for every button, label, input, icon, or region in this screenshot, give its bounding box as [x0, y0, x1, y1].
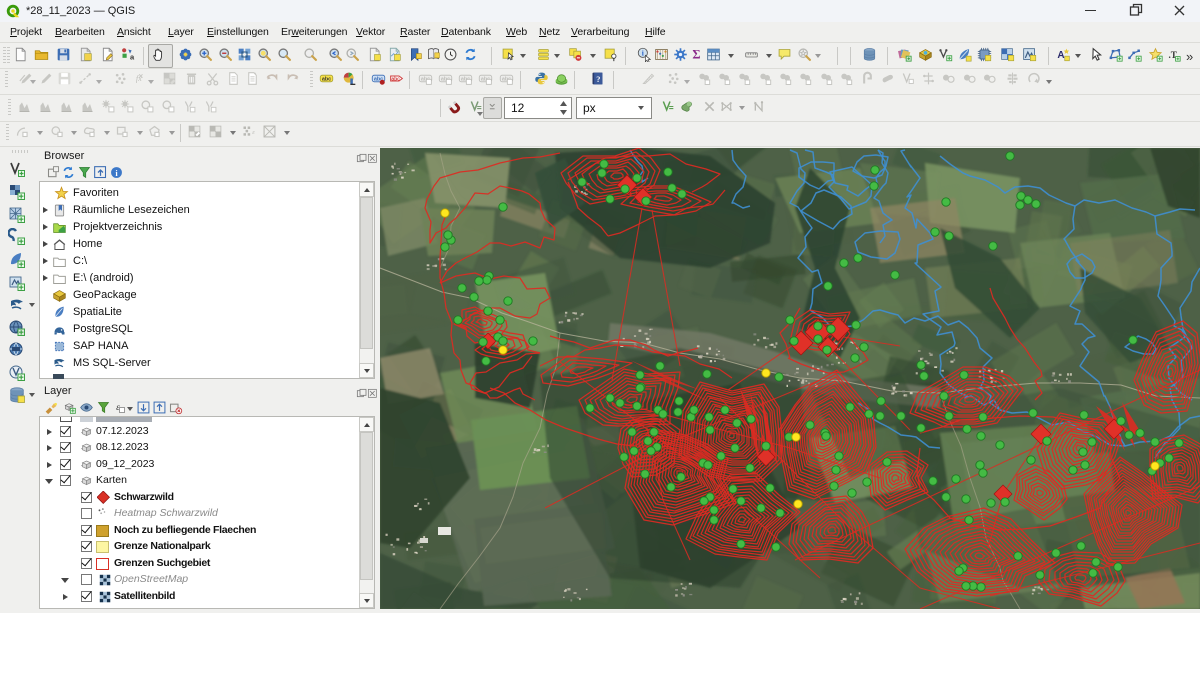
svg-text:Σ: Σ — [692, 48, 700, 62]
svg-text:abc: abc — [391, 76, 400, 82]
svg-text:A: A — [1057, 50, 1064, 61]
svg-text:i: i — [642, 48, 644, 57]
svg-text:a: a — [130, 53, 135, 62]
svg-text:ε: ε — [252, 129, 255, 136]
svg-text:abc: abc — [322, 77, 331, 83]
svg-text:?: ? — [596, 75, 600, 84]
